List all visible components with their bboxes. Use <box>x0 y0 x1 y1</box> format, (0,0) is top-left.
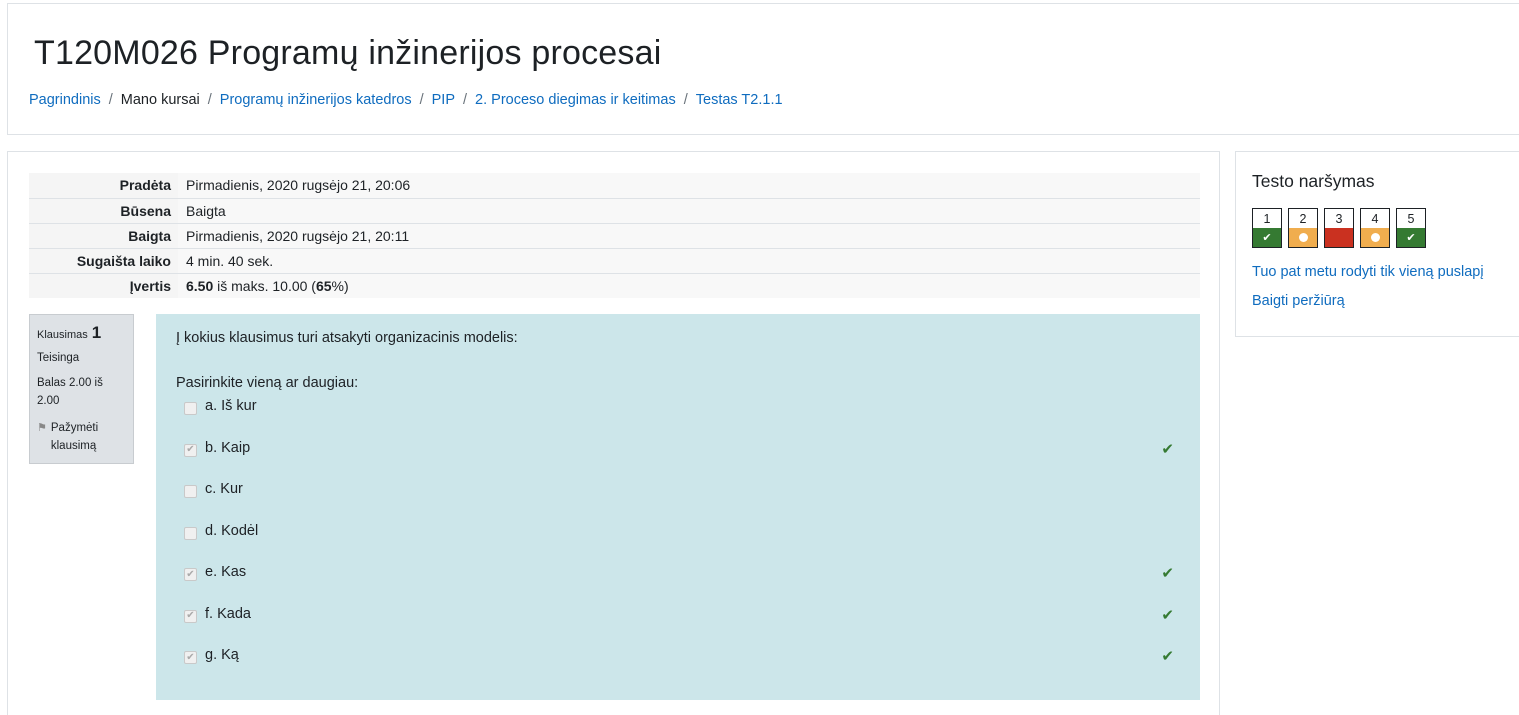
flag-question-button[interactable]: ⚑ Pažymėti klausimą <box>37 419 126 455</box>
answer-option: ✔ e. Kas ✔ <box>184 564 1174 606</box>
answer-checkbox[interactable] <box>184 402 197 415</box>
answer-checkbox[interactable] <box>184 526 197 540</box>
flag-icon: ⚑ <box>37 422 47 434</box>
answer-list: a. Iš kur ✔ b. Kaip ✔ c. Kur d. Kodėl ✔ e. Kas ✔… <box>184 398 1174 689</box>
question-nav-number: 3 <box>1335 211 1343 226</box>
breadcrumb-my-courses: Mano kursai <box>120 92 200 108</box>
answer-label: f. Kada <box>205 605 251 622</box>
page-title: T120M026 Programų inžinerijos procesai <box>34 34 662 72</box>
answer-checkbox[interactable] <box>184 485 197 498</box>
answer-label: e. Kas <box>205 564 247 580</box>
question-nav-button-2[interactable]: 2 <box>1288 208 1318 248</box>
partial-dot-icon <box>1289 228 1317 247</box>
question-nav-number: 1 <box>1263 211 1271 226</box>
answer-prompt: Pasirinkite vieną ar daugiau: <box>176 375 359 391</box>
question-nav-button-5[interactable]: 5 ✔ <box>1396 208 1426 248</box>
show-one-page-link[interactable]: Tuo pat metu rodyti tik vieną puslapį <box>1252 264 1484 280</box>
correct-check-icon: ✔ <box>1161 565 1174 582</box>
question-text: Į kokius klausimus turi atsakyti organiz… <box>176 330 518 346</box>
question-nav-number: 4 <box>1371 211 1379 226</box>
summary-row-grade: Įvertis 6.50 iš maks. 10.00 (65%) <box>29 272 1200 298</box>
grade-max-text: iš maks. 10.00 ( <box>213 277 316 294</box>
breadcrumb-separator: / <box>683 92 688 108</box>
breadcrumb-department[interactable]: Programų inžinerijos katedros <box>220 92 412 108</box>
question-content: Į kokius klausimus turi atsakyti organiz… <box>156 314 1200 700</box>
answer-checkbox[interactable]: ✔ <box>184 609 197 623</box>
partial-dot-icon <box>1361 228 1389 247</box>
quiz-navigation-block: Testo naršymas 1 ✔ 2 3 4 5 ✔ Tuo pat metu rody… <box>1235 151 1519 337</box>
page-header: T120M026 Programų inžinerijos procesai P… <box>7 3 1519 135</box>
question-nav-number: 2 <box>1299 211 1307 226</box>
breadcrumb-home[interactable]: Pagrindinis <box>29 92 101 108</box>
breadcrumb-separator: / <box>207 92 212 108</box>
summary-label: Pradėta <box>29 173 178 198</box>
check-icon: ✔ <box>1397 228 1425 247</box>
wrong-state-indicator <box>1325 228 1353 247</box>
answer-option: ✔ g. Ką ✔ <box>184 647 1174 689</box>
breadcrumb-course[interactable]: PIP <box>432 92 455 108</box>
grade-percent-suffix: %) <box>331 277 349 294</box>
summary-value: Baigta <box>178 197 1200 223</box>
question-number-value: 1 <box>91 323 102 342</box>
answer-option: a. Iš kur <box>184 398 1174 440</box>
question-state: Teisinga <box>37 352 80 364</box>
answer-option: ✔ b. Kaip ✔ <box>184 440 1174 482</box>
attempt-summary-table: Pradėta Pirmadienis, 2020 rugsėjo 21, 20… <box>29 173 1200 298</box>
question-nav-button-1[interactable]: 1 ✔ <box>1252 208 1282 248</box>
answer-label: d. Kodėl <box>205 522 259 539</box>
breadcrumb-separator: / <box>463 92 468 108</box>
flag-question-label: Pažymėti klausimą <box>50 422 99 452</box>
summary-value: 4 min. 40 sek. <box>178 247 1200 273</box>
answer-label: a. Iš kur <box>205 398 257 414</box>
answer-label: b. Kaip <box>205 439 251 456</box>
breadcrumb-section[interactable]: 2. Proceso diegimas ir keitimas <box>475 92 676 108</box>
answer-option: d. Kodėl <box>184 523 1174 565</box>
grade-score: 6.50 <box>186 277 214 294</box>
summary-row-state: Būsena Baigta <box>29 197 1200 223</box>
answer-checkbox[interactable]: ✔ <box>184 651 197 664</box>
summary-label: Įvertis <box>29 272 178 298</box>
question-grade: Balas 2.00 iš 2.00 <box>37 377 103 407</box>
summary-row-started: Pradėta Pirmadienis, 2020 rugsėjo 21, 20… <box>29 173 1200 198</box>
grade-percent: 65 <box>315 277 332 294</box>
question-number: Klausimas 1 <box>37 323 126 343</box>
question-nav-buttons: 1 ✔ 2 3 4 5 ✔ <box>1252 208 1426 248</box>
check-icon: ✔ <box>1253 228 1281 247</box>
answer-option: ✔ f. Kada ✔ <box>184 606 1174 648</box>
summary-grade-value: 6.50 iš maks. 10.00 (65%) <box>178 272 1200 298</box>
answer-checkbox[interactable]: ✔ <box>184 443 197 457</box>
question-nav-button-3[interactable]: 3 <box>1324 208 1354 248</box>
summary-label: Būsena <box>29 197 178 223</box>
quiz-navigation-title: Testo naršymas <box>1252 171 1375 191</box>
correct-check-icon: ✔ <box>1161 606 1174 624</box>
summary-row-time-taken: Sugaišta laiko 4 min. 40 sek. <box>29 247 1200 273</box>
answer-label: g. Ką <box>205 647 239 663</box>
quiz-review-region: Pradėta Pirmadienis, 2020 rugsėjo 21, 20… <box>7 151 1220 715</box>
summary-label: Sugaišta laiko <box>29 247 178 273</box>
answer-option: c. Kur <box>184 481 1174 523</box>
summary-value: Pirmadienis, 2020 rugsėjo 21, 20:11 <box>178 222 1200 248</box>
question-info: Klausimas 1 Teisinga Balas 2.00 iš 2.00 … <box>29 314 134 464</box>
summary-value: Pirmadienis, 2020 rugsėjo 21, 20:06 <box>178 173 1200 198</box>
answer-label: c. Kur <box>205 481 243 497</box>
question-label: Klausimas <box>37 329 88 341</box>
summary-row-completed: Baigta Pirmadienis, 2020 rugsėjo 21, 20:… <box>29 222 1200 248</box>
breadcrumb-separator: / <box>419 92 424 108</box>
answer-checkbox[interactable]: ✔ <box>184 568 197 581</box>
breadcrumb: Pagrindinis / Mano kursai / Programų inž… <box>29 92 783 108</box>
correct-check-icon: ✔ <box>1161 440 1174 458</box>
correct-check-icon: ✔ <box>1161 648 1174 665</box>
breadcrumb-quiz[interactable]: Testas T2.1.1 <box>696 92 783 108</box>
breadcrumb-separator: / <box>108 92 113 108</box>
summary-label: Baigta <box>29 222 178 248</box>
question-nav-button-4[interactable]: 4 <box>1360 208 1390 248</box>
question-nav-number: 5 <box>1407 211 1415 226</box>
finish-review-link[interactable]: Baigti peržiūrą <box>1252 293 1345 309</box>
